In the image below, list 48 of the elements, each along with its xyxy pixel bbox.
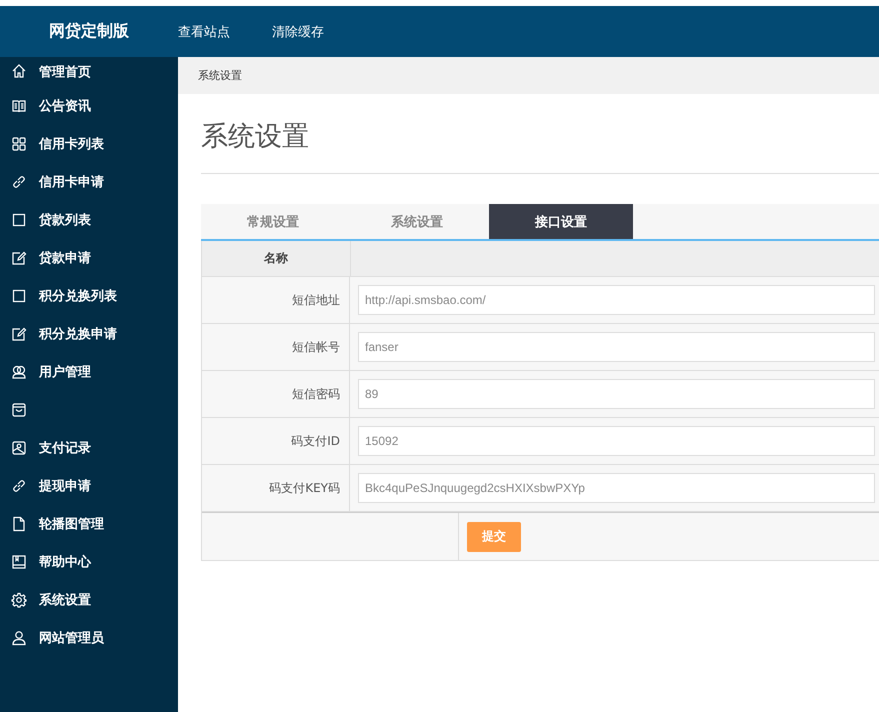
sidebar-item[interactable]: 系统设置 xyxy=(0,581,178,619)
table-header-cell: 名称 xyxy=(202,241,351,276)
field-label: 短信密码 xyxy=(202,371,350,417)
edit-icon xyxy=(11,326,27,342)
square-icon xyxy=(11,212,27,228)
input-field[interactable]: fanser xyxy=(358,332,875,362)
sidebar-item[interactable]: 管理首页 xyxy=(0,57,178,87)
sidebar-item[interactable]: 公告资讯 xyxy=(0,87,178,125)
link-icon xyxy=(11,478,27,494)
home-icon xyxy=(11,63,27,79)
field-label: 码支付KEY码 xyxy=(202,465,350,511)
tab[interactable]: 接口设置 xyxy=(489,204,633,239)
sidebar-item[interactable]: 贷款申请 xyxy=(0,239,178,277)
square-icon xyxy=(11,288,27,304)
sidebar-item[interactable]: 用户管理 xyxy=(0,353,178,391)
sidebar-item[interactable]: 帮助中心 xyxy=(0,543,178,581)
sidebar-item[interactable]: 积分兑换列表 xyxy=(0,277,178,315)
input-field[interactable]: Bkc4quPeSJnquugegd2csHXIXsbwPXYp xyxy=(358,473,875,503)
user-icon xyxy=(11,630,27,646)
sidebar-item[interactable]: 支付记录 xyxy=(0,429,178,467)
gear-icon xyxy=(11,592,27,608)
sidebar-item[interactable]: 轮播图管理 xyxy=(0,505,178,543)
file-icon xyxy=(11,516,27,532)
brand-title: 网贷定制版 xyxy=(48,21,130,42)
sidebar-item[interactable]: 网站管理员 xyxy=(0,619,178,657)
input-field[interactable]: http://api.smsbao.com/ xyxy=(358,285,875,315)
grid-icon xyxy=(11,136,27,152)
page-title: 系统设置 xyxy=(201,120,310,154)
link-icon xyxy=(11,174,27,190)
sidebar-item[interactable]: 信用卡申请 xyxy=(0,163,178,201)
sidebar-item[interactable]: 贷款列表 xyxy=(0,201,178,239)
breadcrumb: 系统设置 xyxy=(198,68,242,83)
users-icon xyxy=(11,364,27,380)
manual-icon xyxy=(11,554,27,570)
edit-icon xyxy=(11,250,27,266)
sidebar-item[interactable]: 信用卡列表 xyxy=(0,125,178,163)
nav-link[interactable]: 清除缓存 xyxy=(244,22,324,40)
inbox-icon xyxy=(11,402,27,418)
input-field[interactable]: 15092 xyxy=(358,426,875,456)
input-field[interactable]: 89 xyxy=(358,379,875,409)
sidebar-item[interactable]: 提现申请 xyxy=(0,467,178,505)
field-label: 短信帐号 xyxy=(202,324,350,370)
sidebar-item[interactable]: 积分兑换申请 xyxy=(0,315,178,353)
book-icon xyxy=(11,98,27,114)
nav-link[interactable]: 查看站点 xyxy=(178,22,230,40)
image-icon xyxy=(11,440,27,456)
field-label: 短信地址 xyxy=(202,277,350,323)
field-label: 码支付ID xyxy=(202,418,350,464)
